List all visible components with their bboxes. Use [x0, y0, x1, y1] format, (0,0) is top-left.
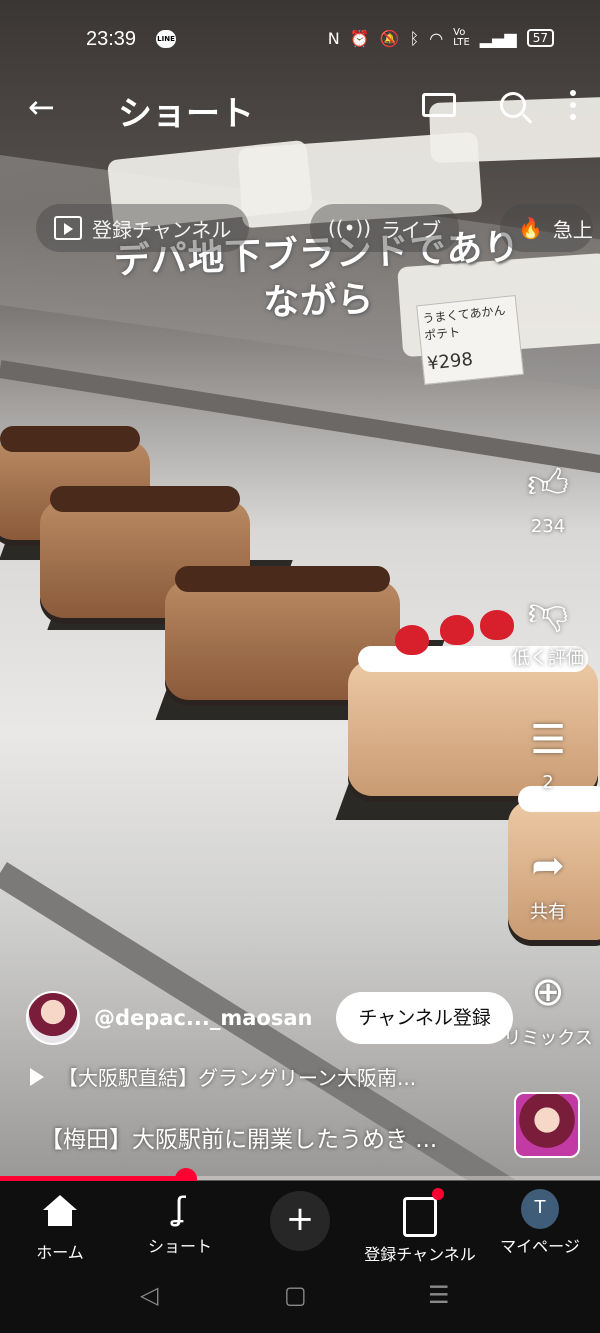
bluetooth-icon: ᛒ [409, 28, 420, 48]
nav-me[interactable]: T マイページ [480, 1189, 600, 1257]
share-icon: ➦ [531, 843, 565, 889]
price-card-price: ¥298 [426, 348, 474, 375]
nav-home-label: ホーム [36, 1243, 84, 1262]
subscribe-button[interactable]: チャンネル登録 [336, 992, 513, 1044]
chip-subscriptions-label: 登録チャンネル [92, 217, 232, 242]
filter-chips: 登録チャンネル ((•)) ライブ 🔥 急上 [0, 204, 600, 254]
page-title: ショート [118, 94, 254, 134]
status-icons: N ⏰ 🔕 ᛒ ◠ Vo LTE ▂▄▆ 57 [328, 28, 554, 48]
search-icon[interactable] [500, 92, 526, 118]
comments-button[interactable]: ☰ 2 [496, 716, 600, 793]
line-app-icon: LINE [156, 30, 176, 48]
sound-thumbnail[interactable] [514, 1092, 580, 1158]
nav-shorts-label: ショート [147, 1237, 212, 1256]
notification-dot [432, 1188, 444, 1200]
remix-icon: ⊕ [531, 969, 565, 1015]
chip-live-label: ライブ [381, 217, 442, 242]
cast-icon[interactable] [422, 93, 456, 117]
channel-handle[interactable]: @depac..._maosan [94, 1006, 312, 1030]
play-icon [30, 1067, 44, 1086]
wifi-icon: ◠ [429, 28, 444, 48]
related-video-text: 【大阪駅直結】グラングリーン大阪南... [58, 1066, 417, 1090]
like-button[interactable]: 👍︎ 234 [496, 460, 600, 537]
channel-row: @depac..._maosan チャンネル登録 [26, 990, 513, 1046]
nav-home[interactable]: ホーム [0, 1189, 120, 1263]
chip-subscriptions[interactable]: 登録チャンネル [36, 204, 250, 252]
nav-subscriptions-label: 登録チャンネル [364, 1245, 476, 1264]
nav-me-label: マイページ [500, 1237, 580, 1256]
share-label: 共有 [530, 902, 566, 923]
subscriptions-icon [403, 1188, 444, 1237]
trending-icon: 🔥 [518, 216, 543, 240]
chip-trending[interactable]: 🔥 急上 [500, 204, 593, 252]
volte-icon: Vo LTE [453, 27, 470, 48]
system-navigation: ◁ ▢ ☰ [0, 1263, 600, 1333]
shorts-icon: ʆ [174, 1190, 186, 1228]
battery-icon: 57 [526, 29, 554, 47]
strawberry [440, 615, 474, 645]
header-actions [422, 90, 576, 120]
related-video-link[interactable]: 【大阪駅直結】グラングリーン大阪南... [30, 1062, 416, 1091]
dislike-button[interactable]: 👎︎ 低く評価 [496, 588, 600, 670]
bottom-navigation: ホーム ʆ ショート + 登録チャンネル T マイページ [0, 1181, 600, 1265]
nav-shorts[interactable]: ʆ ショート [120, 1189, 240, 1257]
plus-icon: + [285, 1199, 315, 1239]
share-button[interactable]: ➦ 共有 [496, 842, 600, 924]
system-home-icon[interactable]: ▢ [284, 1281, 307, 1309]
video-title[interactable]: 【梅田】大阪駅前に開業したうめき ... [40, 1120, 437, 1154]
chip-live[interactable]: ((•)) ライブ [310, 204, 460, 252]
more-icon[interactable] [570, 90, 576, 120]
back-icon[interactable]: ← [28, 88, 55, 126]
status-time: 23:39 [86, 28, 137, 50]
status-bar: 23:39 LINE N ⏰ 🔕 ᛒ ◠ Vo LTE ▂▄▆ 57 [0, 0, 600, 80]
nav-subscriptions[interactable]: 登録チャンネル [360, 1188, 480, 1265]
channel-avatar[interactable] [26, 991, 80, 1045]
user-avatar-icon: T [521, 1189, 559, 1229]
thumbs-up-icon: 👍︎ [527, 461, 569, 507]
alarm-icon: ⏰ [349, 28, 370, 48]
system-back-icon[interactable]: ◁ [140, 1281, 158, 1309]
chip-trending-label: 急上 [552, 217, 593, 242]
nfc-icon: N [327, 28, 340, 48]
thumbs-down-icon: 👎︎ [527, 589, 569, 635]
like-count: 234 [530, 516, 566, 537]
subscriptions-icon [54, 216, 82, 240]
system-recents-icon[interactable]: ☰ [428, 1281, 450, 1309]
shorts-header: ← ショート [0, 80, 600, 140]
live-icon: ((•)) [328, 216, 372, 240]
dislike-label: 低く評価 [512, 648, 584, 669]
comment-count: 2 [542, 772, 554, 793]
mute-icon: 🔕 [379, 28, 400, 48]
home-icon [43, 1195, 77, 1235]
comment-icon: ☰ [530, 717, 566, 763]
strawberry [395, 625, 429, 655]
signal-icon: ▂▄▆ [479, 28, 517, 48]
create-button[interactable]: + [270, 1191, 330, 1251]
